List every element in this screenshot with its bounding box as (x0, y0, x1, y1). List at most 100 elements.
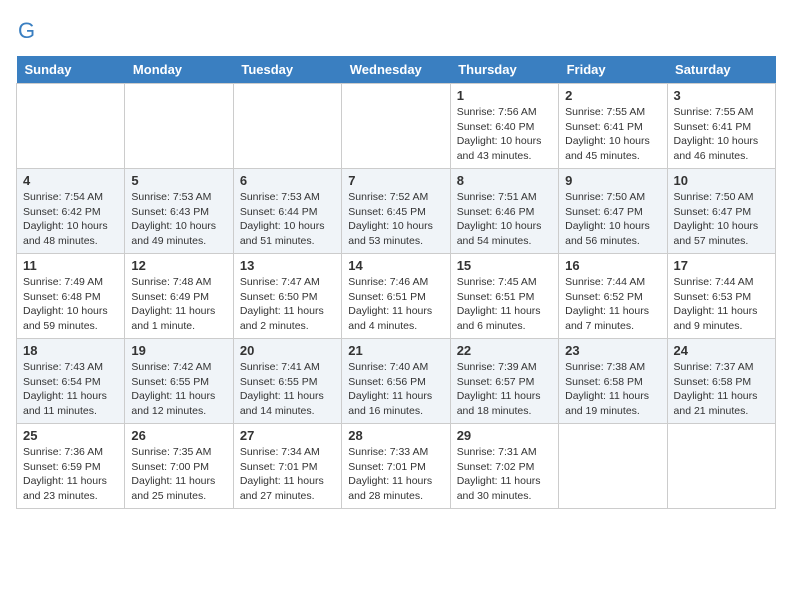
day-number: 18 (23, 343, 118, 358)
day-number: 17 (674, 258, 769, 273)
calendar-cell: 7 Sunrise: 7:52 AM Sunset: 6:45 PM Daylig… (342, 169, 450, 254)
day-info: Sunrise: 7:52 AM Sunset: 6:45 PM Dayligh… (348, 190, 443, 249)
calendar-cell: 23 Sunrise: 7:38 AM Sunset: 6:58 PM Dayli… (559, 339, 667, 424)
day-number: 21 (348, 343, 443, 358)
calendar-cell: 28Sunrise: 7:33 AM Sunset: 7:01 PM Dayli… (342, 424, 450, 509)
logo-icon: G (16, 16, 44, 44)
calendar-cell: 1 Sunrise: 7:56 AM Sunset: 6:40 PM Daylig… (450, 84, 558, 169)
day-info: Sunrise: 7:55 AM Sunset: 6:41 PM Dayligh… (565, 105, 660, 164)
calendar-cell: 17 Sunrise: 7:44 AM Sunset: 6:53 PM Dayli… (667, 254, 775, 339)
column-header-tuesday: Tuesday (233, 56, 341, 84)
calendar-cell: 8 Sunrise: 7:51 AM Sunset: 6:46 PM Daylig… (450, 169, 558, 254)
svg-text:G: G (18, 18, 35, 43)
day-number: 27 (240, 428, 335, 443)
calendar-week-row: 11 Sunrise: 7:49 AM Sunset: 6:48 PM Dayli… (17, 254, 776, 339)
calendar-cell: 11 Sunrise: 7:49 AM Sunset: 6:48 PM Dayli… (17, 254, 125, 339)
day-number: 1 (457, 88, 552, 103)
calendar-header-row: SundayMondayTuesdayWednesdayThursdayFrid… (17, 56, 776, 84)
calendar-cell: 27 Sunrise: 7:34 AM Sunset: 7:01 PM Dayli… (233, 424, 341, 509)
day-info: Sunrise: 7:45 AM Sunset: 6:51 PM Dayligh… (457, 275, 552, 334)
day-number: 16 (565, 258, 660, 273)
day-number: 26 (131, 428, 226, 443)
calendar-cell: 25 Sunrise: 7:36 AM Sunset: 6:59 PM Dayli… (17, 424, 125, 509)
calendar-cell: 13 Sunrise: 7:47 AM Sunset: 6:50 PM Dayli… (233, 254, 341, 339)
day-info: Sunrise: 7:43 AM Sunset: 6:54 PM Dayligh… (23, 360, 118, 419)
day-number: 23 (565, 343, 660, 358)
day-number: 5 (131, 173, 226, 188)
calendar-cell (17, 84, 125, 169)
calendar-cell: 12Sunrise: 7:48 AM Sunset: 6:49 PM Dayli… (125, 254, 233, 339)
day-info: Sunrise: 7:31 AM Sunset: 7:02 PM Dayligh… (457, 445, 552, 504)
day-info: Sunrise: 7:34 AM Sunset: 7:01 PM Dayligh… (240, 445, 335, 504)
day-number: 20 (240, 343, 335, 358)
day-info: Sunrise: 7:36 AM Sunset: 6:59 PM Dayligh… (23, 445, 118, 504)
day-info: Sunrise: 7:37 AM Sunset: 6:58 PM Dayligh… (674, 360, 769, 419)
calendar-cell: 2 Sunrise: 7:55 AM Sunset: 6:41 PM Daylig… (559, 84, 667, 169)
day-number: 13 (240, 258, 335, 273)
calendar-cell: 5 Sunrise: 7:53 AM Sunset: 6:43 PM Daylig… (125, 169, 233, 254)
day-number: 11 (23, 258, 118, 273)
day-info: Sunrise: 7:44 AM Sunset: 6:53 PM Dayligh… (674, 275, 769, 334)
day-info: Sunrise: 7:40 AM Sunset: 6:56 PM Dayligh… (348, 360, 443, 419)
day-info: Sunrise: 7:38 AM Sunset: 6:58 PM Dayligh… (565, 360, 660, 419)
calendar-cell (342, 84, 450, 169)
day-info: Sunrise: 7:46 AM Sunset: 6:51 PM Dayligh… (348, 275, 443, 334)
day-number: 4 (23, 173, 118, 188)
page-header: G (16, 16, 776, 44)
day-number: 19 (131, 343, 226, 358)
calendar-cell: 9 Sunrise: 7:50 AM Sunset: 6:47 PM Daylig… (559, 169, 667, 254)
day-info: Sunrise: 7:50 AM Sunset: 6:47 PM Dayligh… (565, 190, 660, 249)
day-info: Sunrise: 7:56 AM Sunset: 6:40 PM Dayligh… (457, 105, 552, 164)
day-info: Sunrise: 7:47 AM Sunset: 6:50 PM Dayligh… (240, 275, 335, 334)
calendar-cell: 18 Sunrise: 7:43 AM Sunset: 6:54 PM Dayli… (17, 339, 125, 424)
column-header-saturday: Saturday (667, 56, 775, 84)
column-header-sunday: Sunday (17, 56, 125, 84)
day-info: Sunrise: 7:54 AM Sunset: 6:42 PM Dayligh… (23, 190, 118, 249)
calendar-cell: 22 Sunrise: 7:39 AM Sunset: 6:57 PM Dayli… (450, 339, 558, 424)
calendar-cell (125, 84, 233, 169)
day-number: 29 (457, 428, 552, 443)
day-number: 8 (457, 173, 552, 188)
calendar-cell (233, 84, 341, 169)
day-number: 28 (348, 428, 443, 443)
day-number: 2 (565, 88, 660, 103)
day-info: Sunrise: 7:50 AM Sunset: 6:47 PM Dayligh… (674, 190, 769, 249)
calendar-week-row: 25 Sunrise: 7:36 AM Sunset: 6:59 PM Dayli… (17, 424, 776, 509)
day-number: 7 (348, 173, 443, 188)
calendar-cell: 4 Sunrise: 7:54 AM Sunset: 6:42 PM Daylig… (17, 169, 125, 254)
calendar-week-row: 4 Sunrise: 7:54 AM Sunset: 6:42 PM Daylig… (17, 169, 776, 254)
day-info: Sunrise: 7:39 AM Sunset: 6:57 PM Dayligh… (457, 360, 552, 419)
calendar-cell: 15 Sunrise: 7:45 AM Sunset: 6:51 PM Dayli… (450, 254, 558, 339)
calendar-cell: 29 Sunrise: 7:31 AM Sunset: 7:02 PM Dayli… (450, 424, 558, 509)
calendar-cell: 3Sunrise: 7:55 AM Sunset: 6:41 PM Daylig… (667, 84, 775, 169)
calendar-cell: 21 Sunrise: 7:40 AM Sunset: 6:56 PM Dayli… (342, 339, 450, 424)
day-info: Sunrise: 7:48 AM Sunset: 6:49 PM Dayligh… (131, 275, 226, 334)
day-number: 25 (23, 428, 118, 443)
calendar-cell: 10 Sunrise: 7:50 AM Sunset: 6:47 PM Dayli… (667, 169, 775, 254)
calendar-cell: 26 Sunrise: 7:35 AM Sunset: 7:00 PM Dayli… (125, 424, 233, 509)
day-number: 9 (565, 173, 660, 188)
day-info: Sunrise: 7:41 AM Sunset: 6:55 PM Dayligh… (240, 360, 335, 419)
day-info: Sunrise: 7:44 AM Sunset: 6:52 PM Dayligh… (565, 275, 660, 334)
calendar-cell: 6Sunrise: 7:53 AM Sunset: 6:44 PM Daylig… (233, 169, 341, 254)
day-number: 24 (674, 343, 769, 358)
calendar-week-row: 1 Sunrise: 7:56 AM Sunset: 6:40 PM Daylig… (17, 84, 776, 169)
calendar-cell: 24 Sunrise: 7:37 AM Sunset: 6:58 PM Dayli… (667, 339, 775, 424)
calendar-cell: 19Sunrise: 7:42 AM Sunset: 6:55 PM Dayli… (125, 339, 233, 424)
day-info: Sunrise: 7:35 AM Sunset: 7:00 PM Dayligh… (131, 445, 226, 504)
day-number: 22 (457, 343, 552, 358)
column-header-monday: Monday (125, 56, 233, 84)
column-header-thursday: Thursday (450, 56, 558, 84)
day-number: 15 (457, 258, 552, 273)
calendar-cell: 14 Sunrise: 7:46 AM Sunset: 6:51 PM Dayli… (342, 254, 450, 339)
calendar-cell (559, 424, 667, 509)
calendar-cell: 16 Sunrise: 7:44 AM Sunset: 6:52 PM Dayli… (559, 254, 667, 339)
day-number: 14 (348, 258, 443, 273)
day-info: Sunrise: 7:53 AM Sunset: 6:43 PM Dayligh… (131, 190, 226, 249)
day-info: Sunrise: 7:49 AM Sunset: 6:48 PM Dayligh… (23, 275, 118, 334)
day-number: 10 (674, 173, 769, 188)
calendar-cell: 20 Sunrise: 7:41 AM Sunset: 6:55 PM Dayli… (233, 339, 341, 424)
calendar-table: SundayMondayTuesdayWednesdayThursdayFrid… (16, 56, 776, 509)
day-info: Sunrise: 7:51 AM Sunset: 6:46 PM Dayligh… (457, 190, 552, 249)
logo: G (16, 16, 48, 44)
